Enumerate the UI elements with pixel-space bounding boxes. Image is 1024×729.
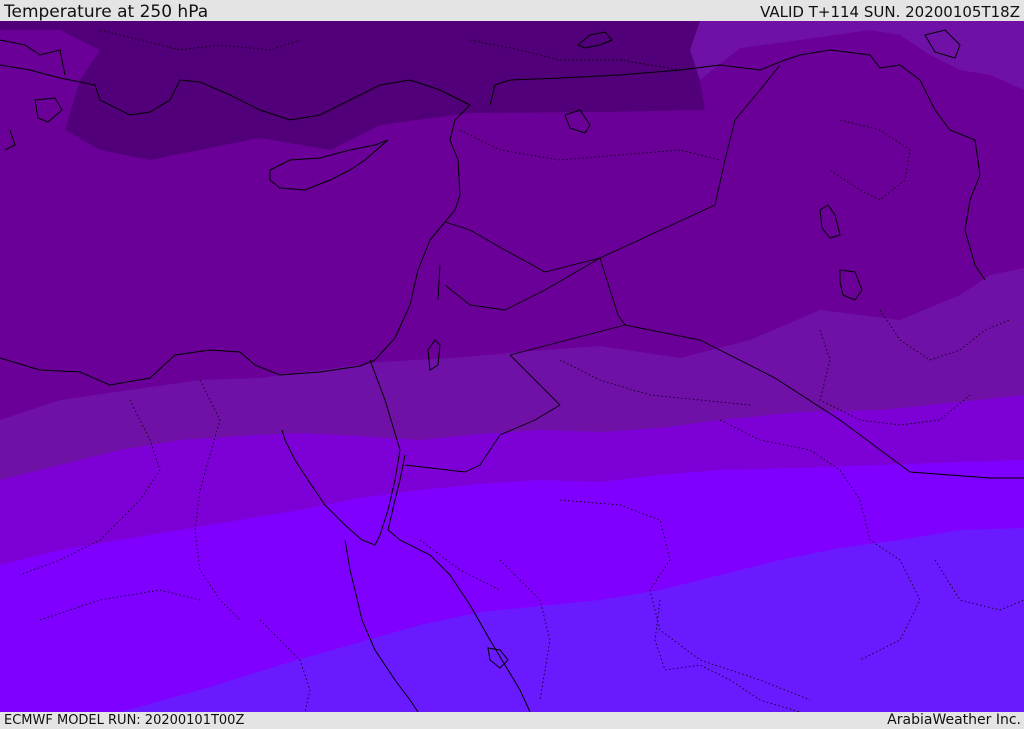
- temperature-map[interactable]: [0, 21, 1024, 712]
- map-title: Temperature at 250 hPa: [4, 2, 209, 22]
- model-run: ECMWF MODEL RUN: 20200101T00Z: [4, 713, 245, 728]
- map-canvas: [0, 21, 1024, 712]
- header-bar: Temperature at 250 hPa VALID T+114 SUN. …: [0, 0, 1024, 21]
- credit-text: ArabiaWeather Inc.: [887, 712, 1021, 728]
- valid-time: VALID T+114 SUN. 20200105T18Z: [760, 3, 1020, 21]
- footer-bar: ECMWF MODEL RUN: 20200101T00Z ArabiaWeat…: [0, 712, 1024, 729]
